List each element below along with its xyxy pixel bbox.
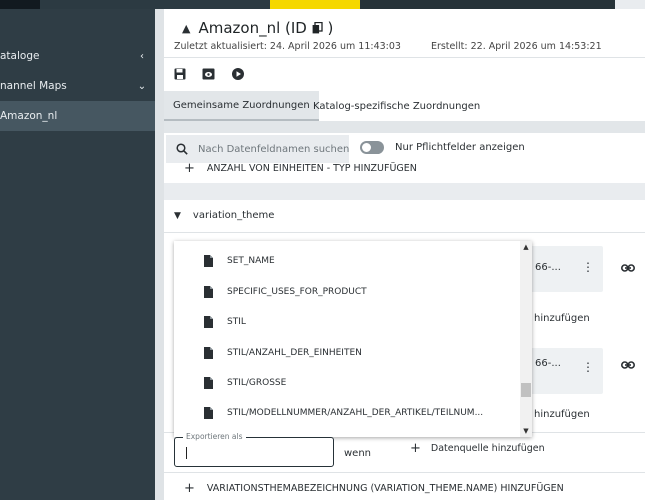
top-tab[interactable] <box>360 0 615 9</box>
sidebar-item-label: Amazon_nl <box>0 110 58 122</box>
export-as-label: Exportieren als <box>183 432 246 441</box>
page-header: ▲ Amazon_nl (ID ) Zuletzt aktualisiert: … <box>164 9 645 57</box>
link-icon[interactable] <box>621 262 635 276</box>
dropdown-option[interactable]: STIL <box>174 307 519 337</box>
dropdown-scrollbar[interactable]: ▲ ▼ <box>520 241 532 437</box>
page-title-end: ) <box>327 19 334 37</box>
sidebar: ataloge ‹ nannel Maps ⌄ Amazon_nl <box>0 9 155 500</box>
search-input[interactable]: Nach Datenfeldnamen suchen <box>166 135 349 163</box>
export-as-input[interactable] <box>183 446 323 460</box>
save-icon[interactable] <box>173 67 186 80</box>
export-as-field[interactable]: Exportieren als <box>174 432 334 467</box>
condition-label: wenn <box>344 448 372 459</box>
chevron-left-icon: ‹ <box>140 50 144 62</box>
toolbar <box>173 67 244 80</box>
mapping-card-text: 66-... <box>535 262 561 273</box>
preview-icon[interactable] <box>202 67 215 80</box>
text-caret <box>186 447 187 459</box>
dropdown-option-label: STIL/ANZAHL_DER_EINHEITEN <box>227 348 362 358</box>
page-title: Amazon_nl (ID ) <box>198 19 333 38</box>
add-variation-theme-name-label: VARIATIONSTHEMABEZEICHNUNG (VARIATION_TH… <box>206 483 564 494</box>
file-icon <box>204 407 213 419</box>
dropdown-option-label: SET_NAME <box>227 256 275 266</box>
plus-icon: + <box>410 441 421 456</box>
section-separator <box>164 183 645 200</box>
row-divider <box>164 472 645 473</box>
dropdown-option-label: STIL <box>227 317 246 327</box>
search-placeholder: Nach Datenfeldnamen suchen <box>197 143 349 155</box>
dropdown-option[interactable]: SET_NAME <box>174 246 519 276</box>
add-count-type-label: ANZAHL VON EINHEITEN - TYP HINZUFÜGEN <box>206 163 417 174</box>
dropdown-option[interactable]: STIL/MODELLNUMMER/ANZAHL_DER_ARTIKEL/TEI… <box>174 398 519 428</box>
mapping-card-text: 66-... <box>535 358 561 369</box>
add-variation-theme-name-button[interactable]: + VARIATIONSTHEMABEZEICHNUNG (VARIATION_… <box>184 481 564 496</box>
tab-bar: Gemeinsame Zuordnungen Katalog-spezifisc… <box>164 91 645 121</box>
sidebar-divider <box>155 9 164 500</box>
more-vert-icon[interactable]: ⋮ <box>582 260 594 274</box>
required-only-toggle[interactable] <box>360 141 384 154</box>
dropdown-option-label: STIL/GRÖSSE <box>227 378 287 388</box>
add-label[interactable]: hinzufügen <box>534 409 590 420</box>
section-title: variation_theme <box>192 210 275 221</box>
tab-catalog-specific-mappings[interactable]: Katalog-spezifische Zuordnungen <box>304 91 489 121</box>
top-tab[interactable] <box>615 0 645 9</box>
created-timestamp: Erstellt: 22. April 2026 um 14:53:21 <box>430 41 602 52</box>
file-icon <box>204 316 213 328</box>
chevron-down-icon: ▼ <box>174 210 181 221</box>
scrollbar-thumb[interactable] <box>521 383 531 397</box>
toggle-label: Nur Pflichtfelder anzeigen <box>395 142 525 153</box>
link-icon[interactable] <box>621 359 635 373</box>
sidebar-item-kataloge[interactable]: ataloge ‹ <box>0 41 155 71</box>
top-tab-active[interactable] <box>270 0 360 9</box>
page-title-text: Amazon_nl (ID <box>198 19 307 37</box>
chevron-down-icon: ⌄ <box>137 80 147 92</box>
dropdown-option[interactable]: SPECIFIC_USES_FOR_PRODUCT <box>174 277 519 307</box>
sidebar-item-channel-maps[interactable]: nannel Maps ⌄ <box>0 71 155 101</box>
file-icon <box>204 377 213 389</box>
warning-icon: ▲ <box>182 22 191 35</box>
add-count-type-button[interactable]: + ANZAHL VON EINHEITEN - TYP HINZUFÜGEN <box>184 161 417 176</box>
updated-timestamp: Zuletzt aktualisiert: 24. April 2026 um … <box>174 41 401 52</box>
file-icon <box>204 286 213 298</box>
timestamps: Zuletzt aktualisiert: 24. April 2026 um … <box>174 41 602 52</box>
dropdown-option-label: SPECIFIC_USES_FOR_PRODUCT <box>227 287 367 297</box>
sidebar-item-label: nannel Maps <box>0 80 67 92</box>
add-label[interactable]: hinzufügen <box>534 313 590 324</box>
sidebar-item-label: ataloge <box>0 50 40 62</box>
scroll-down-icon[interactable]: ▼ <box>520 427 532 435</box>
section-header-variation-theme[interactable]: ▼ variation_theme <box>174 210 274 221</box>
autocomplete-dropdown: SET_NAME SPECIFIC_USES_FOR_PRODUCT STIL … <box>174 241 532 437</box>
tab-underline-band <box>164 121 645 133</box>
search-icon <box>176 143 188 155</box>
dropdown-option-label: STIL/MODELLNUMMER/ANZAHL_DER_ARTIKEL/TEI… <box>227 408 484 418</box>
top-navigation-bar <box>0 0 645 9</box>
plus-icon: + <box>184 481 195 496</box>
file-icon <box>204 255 213 267</box>
tab-shared-mappings[interactable]: Gemeinsame Zuordnungen <box>164 91 319 121</box>
copy-icon[interactable] <box>312 20 323 38</box>
toggle-knob <box>361 142 372 153</box>
add-datasource-label: Datenquelle hinzufügen <box>430 443 545 454</box>
play-icon[interactable] <box>231 67 244 80</box>
add-datasource-button[interactable]: + Datenquelle hinzufügen <box>410 441 545 456</box>
sidebar-item-amazon-nl[interactable]: Amazon_nl <box>0 101 155 131</box>
header-divider <box>164 57 645 58</box>
dropdown-option[interactable]: STIL/GRÖSSE <box>174 368 519 398</box>
section-divider <box>164 232 645 233</box>
scroll-up-icon[interactable]: ▲ <box>520 243 532 251</box>
plus-icon: + <box>184 161 195 176</box>
file-icon <box>204 347 213 359</box>
top-tab[interactable] <box>40 0 270 9</box>
dropdown-option[interactable]: STIL/ANZAHL_DER_EINHEITEN <box>174 338 519 368</box>
more-vert-icon[interactable]: ⋮ <box>582 360 594 374</box>
